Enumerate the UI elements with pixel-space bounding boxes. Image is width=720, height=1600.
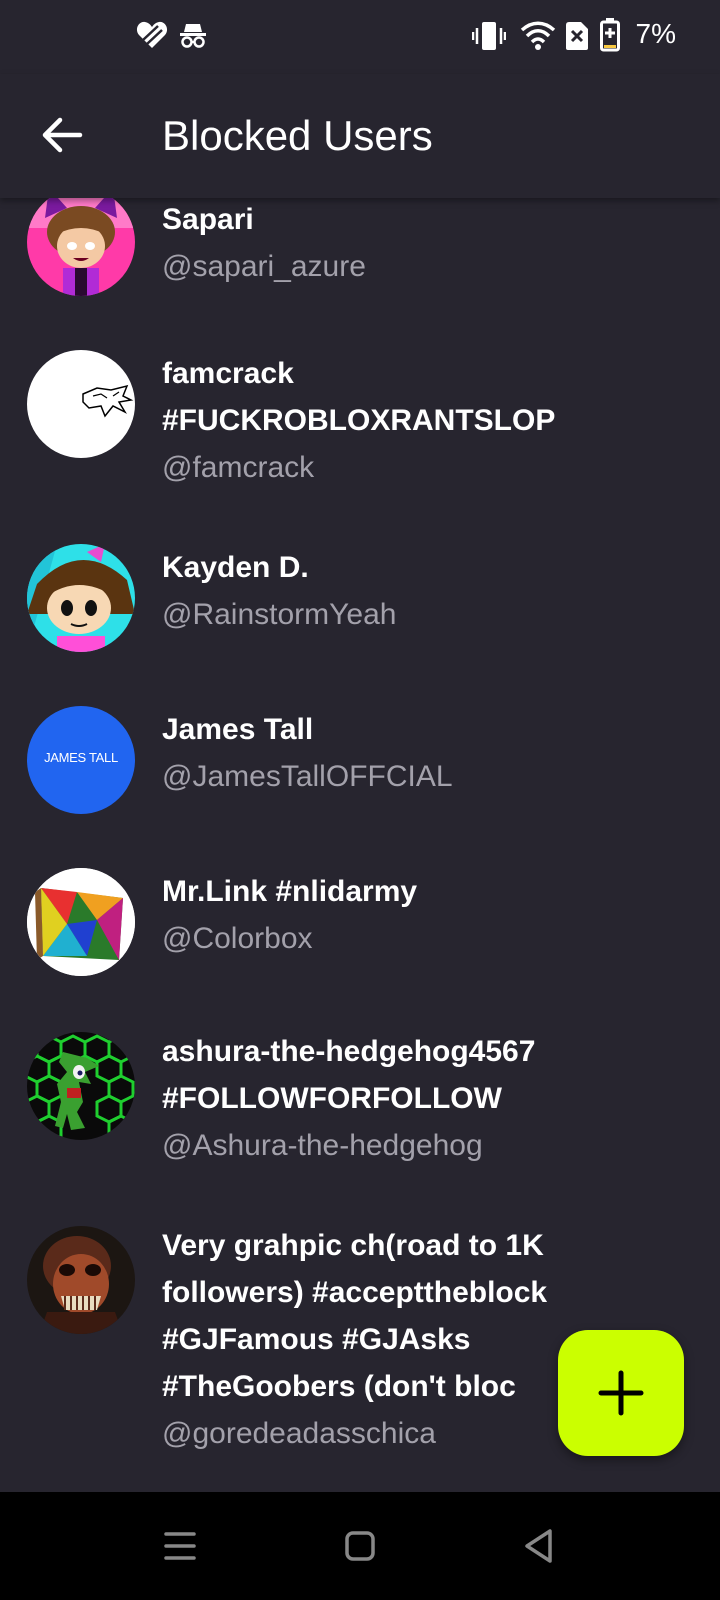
user-name: James Tall (162, 713, 314, 746)
menu-icon (164, 1532, 196, 1560)
add-blocked-user-button[interactable] (558, 1330, 684, 1456)
user-name: Sapari (162, 203, 254, 236)
user-handle: @Ashura-the-hedgehog (162, 1129, 483, 1162)
battery-percent: 7% (635, 18, 676, 49)
user-name: ashura-the-hedgehog4567 #FOLLOWFORFOLLOW (162, 1035, 536, 1115)
home-icon (345, 1531, 375, 1561)
battery-icon (600, 18, 620, 57)
avatar (27, 350, 135, 458)
user-handle: @Colorbox (162, 922, 313, 955)
user-name: Mr.Link #nlidarmy (162, 875, 418, 908)
user-handle: @sapari_azure (162, 250, 366, 283)
page-title: Blocked Users (162, 112, 433, 159)
avatar-text: JAMES TALL (44, 750, 118, 765)
avatar: JAMES TALL (27, 706, 135, 814)
wifi-icon (520, 20, 556, 55)
user-handle: @JamesTallOFFCIAL (162, 760, 453, 793)
user-name: famcrack #FUCKROBLOXRANTSLOP (162, 357, 556, 437)
blocked-users-list[interactable]: Sapari @sapari_azure famcrack #FUCKROBLO… (0, 198, 720, 1492)
status-bar: 7% (0, 0, 720, 74)
heart-app-icon (136, 20, 168, 55)
arrow-left-icon (42, 117, 83, 153)
avatar (27, 544, 135, 652)
avatar (27, 198, 135, 296)
no-sim-icon (566, 22, 588, 55)
vibrate-icon (471, 20, 507, 57)
back-button[interactable] (38, 110, 88, 160)
avatar (27, 868, 135, 976)
home-button[interactable] (336, 1522, 384, 1570)
user-handle: @RainstormYeah (162, 598, 397, 631)
user-handle: @goredeadasschica (162, 1417, 436, 1450)
back-triangle-icon (525, 1529, 552, 1563)
incognito-icon (180, 22, 206, 55)
avatar (27, 1226, 135, 1334)
user-name: Kayden D. (162, 551, 309, 584)
plus-icon (598, 1370, 644, 1416)
avatar (27, 1032, 135, 1140)
recents-button[interactable] (156, 1522, 204, 1570)
app-bar: Blocked Users (0, 74, 720, 198)
system-nav-bar (0, 1492, 720, 1600)
user-handle: @famcrack (162, 451, 315, 484)
nav-back-button[interactable] (516, 1522, 564, 1570)
